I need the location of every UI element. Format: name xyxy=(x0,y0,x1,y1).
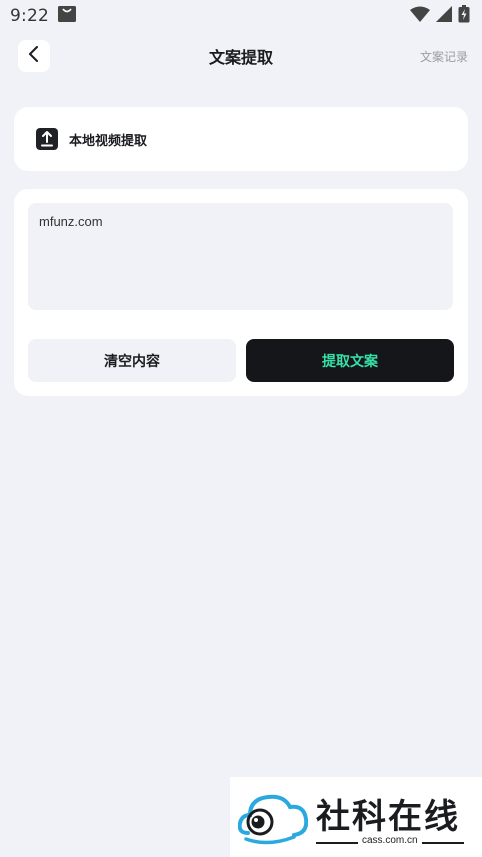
local-video-extract-card[interactable]: 本地视频提取 xyxy=(14,107,468,171)
clear-content-button[interactable]: 清空内容 xyxy=(28,339,236,382)
extract-copy-button[interactable]: 提取文案 xyxy=(246,339,454,382)
watermark-line-right xyxy=(422,842,464,844)
signal-icon xyxy=(436,6,452,26)
status-bar: 9:22 xyxy=(0,0,482,32)
watermark: 社科在线 cass.com.cn xyxy=(230,777,482,857)
records-link[interactable]: 文案记录 xyxy=(420,48,468,65)
status-left: 9:22 xyxy=(10,4,77,28)
screen: 9:22 文案提取 文案记录 本地视频提取 mfunz.com 清空内容 提取文… xyxy=(0,0,482,857)
local-video-extract-label: 本地视频提取 xyxy=(69,133,148,149)
wifi-icon xyxy=(410,6,430,26)
status-right xyxy=(410,5,470,27)
top-bar: 文案提取 文案记录 xyxy=(0,38,482,74)
page-title: 文案提取 xyxy=(208,48,273,67)
content-card: mfunz.com 清空内容 提取文案 xyxy=(14,189,468,396)
watermark-line-left xyxy=(316,842,358,844)
upload-icon xyxy=(35,127,59,151)
status-time: 9:22 xyxy=(10,6,49,26)
shopping-bag-icon xyxy=(57,4,77,28)
watermark-site: cass.com.cn xyxy=(362,835,418,846)
cloud-eye-logo-icon xyxy=(237,789,309,851)
battery-icon xyxy=(458,5,470,27)
content-input[interactable]: mfunz.com xyxy=(28,203,453,310)
watermark-brand: 社科在线 xyxy=(316,797,460,837)
